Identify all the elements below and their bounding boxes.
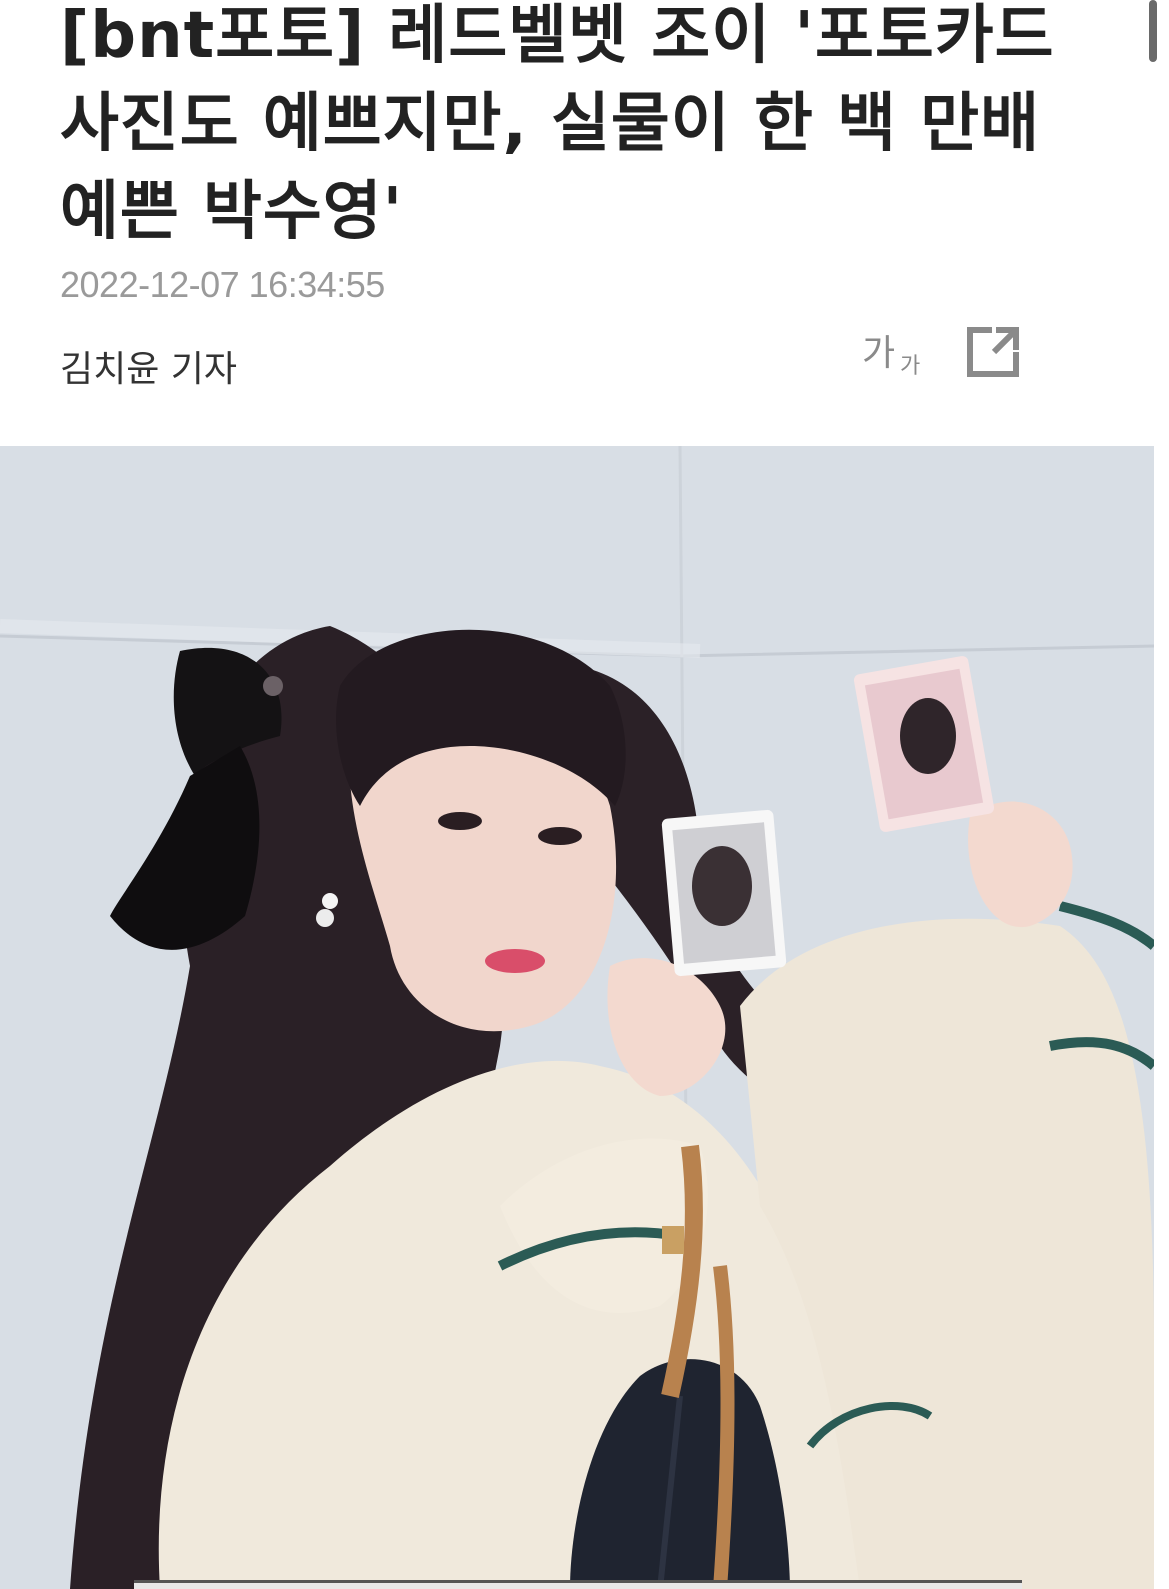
- scrollbar[interactable]: [1149, 0, 1157, 62]
- bottom-bar: [134, 1580, 1022, 1589]
- article-page: [bnt포토] 레드벨벳 조이 '포토카드 사진도 예쁘지만, 실물이 한 백 …: [0, 0, 1169, 1589]
- article-timestamp: 2022-12-07 16:34:55: [60, 264, 385, 305]
- font-size-button[interactable]: 가 가: [858, 322, 934, 382]
- article-headline: [bnt포토] 레드벨벳 조이 '포토카드 사진도 예쁘지만, 실물이 한 백 …: [60, 0, 1055, 249]
- photo-illustration: [0, 446, 1154, 1589]
- photocard-left: [661, 809, 787, 977]
- reporter-byline: 김치윤 기자: [60, 349, 238, 390]
- share-button[interactable]: [962, 322, 1024, 382]
- font-size-icon-small: 가: [900, 354, 921, 379]
- font-size-icon-large: 가: [862, 333, 896, 374]
- share-external-icon: [967, 327, 1019, 377]
- article-photo: [0, 446, 1154, 1589]
